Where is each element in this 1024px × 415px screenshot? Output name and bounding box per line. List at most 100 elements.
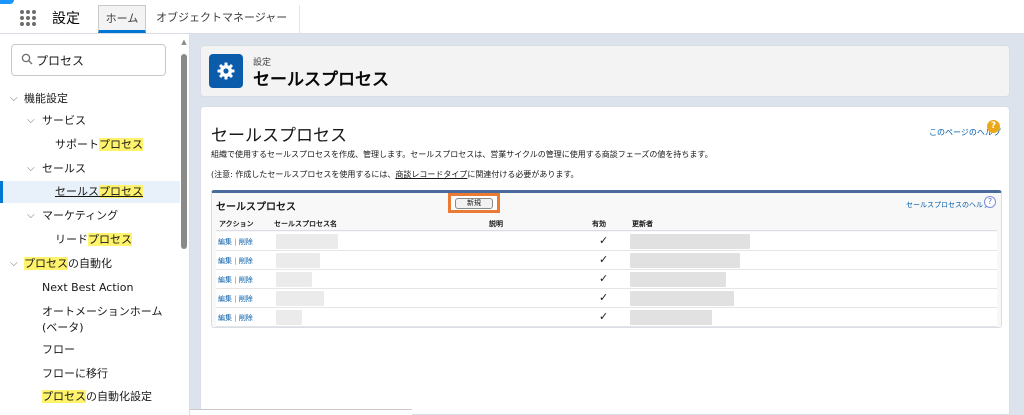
tree-item-label: プロセスの自動化設定 <box>42 386 152 408</box>
active-checkmark: ✓ <box>599 291 609 304</box>
tree-item-service[interactable]: ⌵ サービス <box>0 110 180 132</box>
delete-link[interactable]: 削除 <box>239 276 253 284</box>
search-highlight: プロセス <box>24 257 68 270</box>
chevron-down-icon[interactable]: ⌵ <box>27 110 35 132</box>
tree-item-label: マーケティング <box>42 209 119 222</box>
search-icon <box>21 53 33 65</box>
table-row: 編集 | 削除 ✓ <box>216 232 997 251</box>
edit-link[interactable]: 編集 <box>218 257 232 265</box>
tree-item-label-prefix: サポート <box>55 138 99 151</box>
tab-object-manager-label: オブジェクトマネージャー <box>156 11 288 24</box>
row-actions: 編集 | 削除 <box>218 238 253 246</box>
search-highlight: プロセス <box>99 185 143 198</box>
edit-link[interactable]: 編集 <box>218 314 232 322</box>
sidebar-scrollbar[interactable]: ▲ <box>180 38 188 415</box>
tree-item-process-automation-settings[interactable]: プロセスの自動化設定 <box>0 386 180 408</box>
horizontal-scrollbar[interactable] <box>190 409 412 415</box>
redacted-modified-by <box>630 272 726 287</box>
quick-find-box[interactable] <box>11 44 166 76</box>
column-header-active[interactable]: 有効 <box>592 219 606 229</box>
tree-item-flows[interactable]: フロー <box>0 339 180 361</box>
column-header-name[interactable]: セールスプロセス名 <box>274 219 337 229</box>
tree-item-migrate-to-flow[interactable]: フローに移行 <box>0 363 180 385</box>
sales-process-related-list: セールスプロセス 新規 セールスプロセスのヘルプ ? アクション セールスプロセ… <box>211 190 1002 328</box>
tree-item-process-automation[interactable]: ⌵ プロセスの自動化 <box>0 253 180 275</box>
tree-item-label: フロー <box>42 343 75 356</box>
redacted-process-name[interactable] <box>276 272 312 287</box>
redacted-process-name[interactable] <box>276 291 324 306</box>
table-row: 編集 | 削除 ✓ <box>216 289 997 308</box>
row-actions: 編集 | 削除 <box>218 314 253 322</box>
tree-item-next-best-action[interactable]: Next Best Action <box>0 277 180 299</box>
tab-home[interactable]: ホーム <box>98 5 146 33</box>
setup-sidebar: ⌵ 機能設定 ⌵ サービス サポートプロセス ⌵ セールス セールスプロセス ⌵… <box>0 34 190 415</box>
tree-item-label-prefix: リード <box>55 233 88 246</box>
active-checkmark: ✓ <box>599 310 609 323</box>
active-checkmark: ✓ <box>599 234 609 247</box>
related-list-title: セールスプロセス <box>216 202 296 213</box>
delete-link[interactable]: 削除 <box>239 295 253 303</box>
redacted-process-name[interactable] <box>276 234 338 249</box>
quick-find-input[interactable] <box>36 51 161 69</box>
table-header: アクション セールスプロセス名 説明 有効 更新者 <box>216 217 997 231</box>
page-description: 組織で使用するセールスプロセスを作成、管理します。セールスプロセスは、営業サイク… <box>211 150 713 159</box>
global-nav: 設定 ホーム オブジェクトマネージャー⌵ <box>0 0 1024 50</box>
chevron-down-icon[interactable]: ⌵ <box>10 88 18 110</box>
tree-item-support-process[interactable]: サポートプロセス <box>0 134 180 156</box>
page-header: 設定 セールスプロセス <box>200 45 1010 97</box>
tree-item-label: オートメーションホーム (ベータ) <box>42 305 163 334</box>
delete-link[interactable]: 削除 <box>239 314 253 322</box>
column-header-modified-by[interactable]: 更新者 <box>632 219 653 229</box>
opportunity-record-type-link[interactable]: 商談レコードタイプ <box>395 170 467 179</box>
edit-link[interactable]: 編集 <box>218 276 232 284</box>
app-launcher-icon[interactable] <box>20 10 36 26</box>
column-header-action: アクション <box>219 220 254 228</box>
related-list-help-link[interactable]: セールスプロセスのヘルプ <box>906 200 990 210</box>
tree-item-sales[interactable]: ⌵ セールス <box>0 158 180 180</box>
page-title: セールスプロセス <box>211 126 347 146</box>
active-checkmark: ✓ <box>599 272 609 285</box>
table-row: 編集 | 削除 ✓ <box>216 251 997 270</box>
table-row: 編集 | 削除 ✓ <box>216 270 997 289</box>
tree-item-label-prefix: セールス <box>55 185 99 198</box>
redacted-process-name[interactable] <box>276 310 302 325</box>
chevron-down-icon[interactable]: ⌵ <box>10 253 18 275</box>
page-note-text: (注意: 作成したセールスプロセスを使用するには、 <box>211 170 396 179</box>
chevron-down-icon[interactable]: ⌵ <box>27 205 35 227</box>
tree-item-sales-process[interactable]: セールスプロセス <box>0 181 180 203</box>
tree-item-label: セールス <box>42 162 86 175</box>
edit-link[interactable]: 編集 <box>218 295 232 303</box>
column-header-description[interactable]: 説明 <box>489 219 503 229</box>
tree-item-label: セールスプロセス <box>55 181 143 203</box>
tree-item-feature-settings[interactable]: ⌵ 機能設定 <box>0 88 180 110</box>
tree-item-lead-process[interactable]: リードプロセス <box>0 229 180 251</box>
table-row: 編集 | 削除 ✓ <box>216 308 997 327</box>
active-checkmark: ✓ <box>599 253 609 266</box>
tree-item-label: プロセスの自動化 <box>24 253 112 275</box>
new-button-callout: 新規 <box>448 193 500 213</box>
row-actions: 編集 | 削除 <box>218 295 253 303</box>
tab-object-manager[interactable]: オブジェクトマネージャー⌵ <box>150 5 300 50</box>
help-icon[interactable]: ? <box>984 196 996 208</box>
tree-item-marketing[interactable]: ⌵ マーケティング <box>0 205 180 227</box>
row-actions: 編集 | 削除 <box>218 276 253 284</box>
tree-item-automation-home[interactable]: オートメーションホーム (ベータ) <box>0 301 180 337</box>
gear-icon <box>209 54 243 88</box>
help-icon[interactable]: ? <box>987 120 1000 133</box>
content-panel: セールスプロセス このページのヘルプ ? 組織で使用するセールスプロセスを作成、… <box>200 106 1010 415</box>
tree-item-label: サポートプロセス <box>55 134 143 156</box>
edit-link[interactable]: 編集 <box>218 238 232 246</box>
scrollbar-thumb[interactable] <box>181 54 187 249</box>
delete-link[interactable]: 削除 <box>239 257 253 265</box>
chevron-down-icon[interactable]: ⌵ <box>27 158 35 180</box>
page-note-text-end: に関連付ける必要があります。 <box>467 170 579 179</box>
delete-link[interactable]: 削除 <box>239 238 253 246</box>
redacted-modified-by <box>630 234 750 249</box>
tree-item-label: フローに移行 <box>42 367 108 380</box>
search-highlight: プロセス <box>99 138 143 151</box>
new-button[interactable]: 新規 <box>455 198 493 209</box>
tree-item-label: 機能設定 <box>24 92 68 105</box>
redacted-process-name[interactable] <box>276 253 320 268</box>
row-actions: 編集 | 削除 <box>218 257 253 265</box>
scroll-up-arrow-icon[interactable]: ▲ <box>180 38 188 48</box>
